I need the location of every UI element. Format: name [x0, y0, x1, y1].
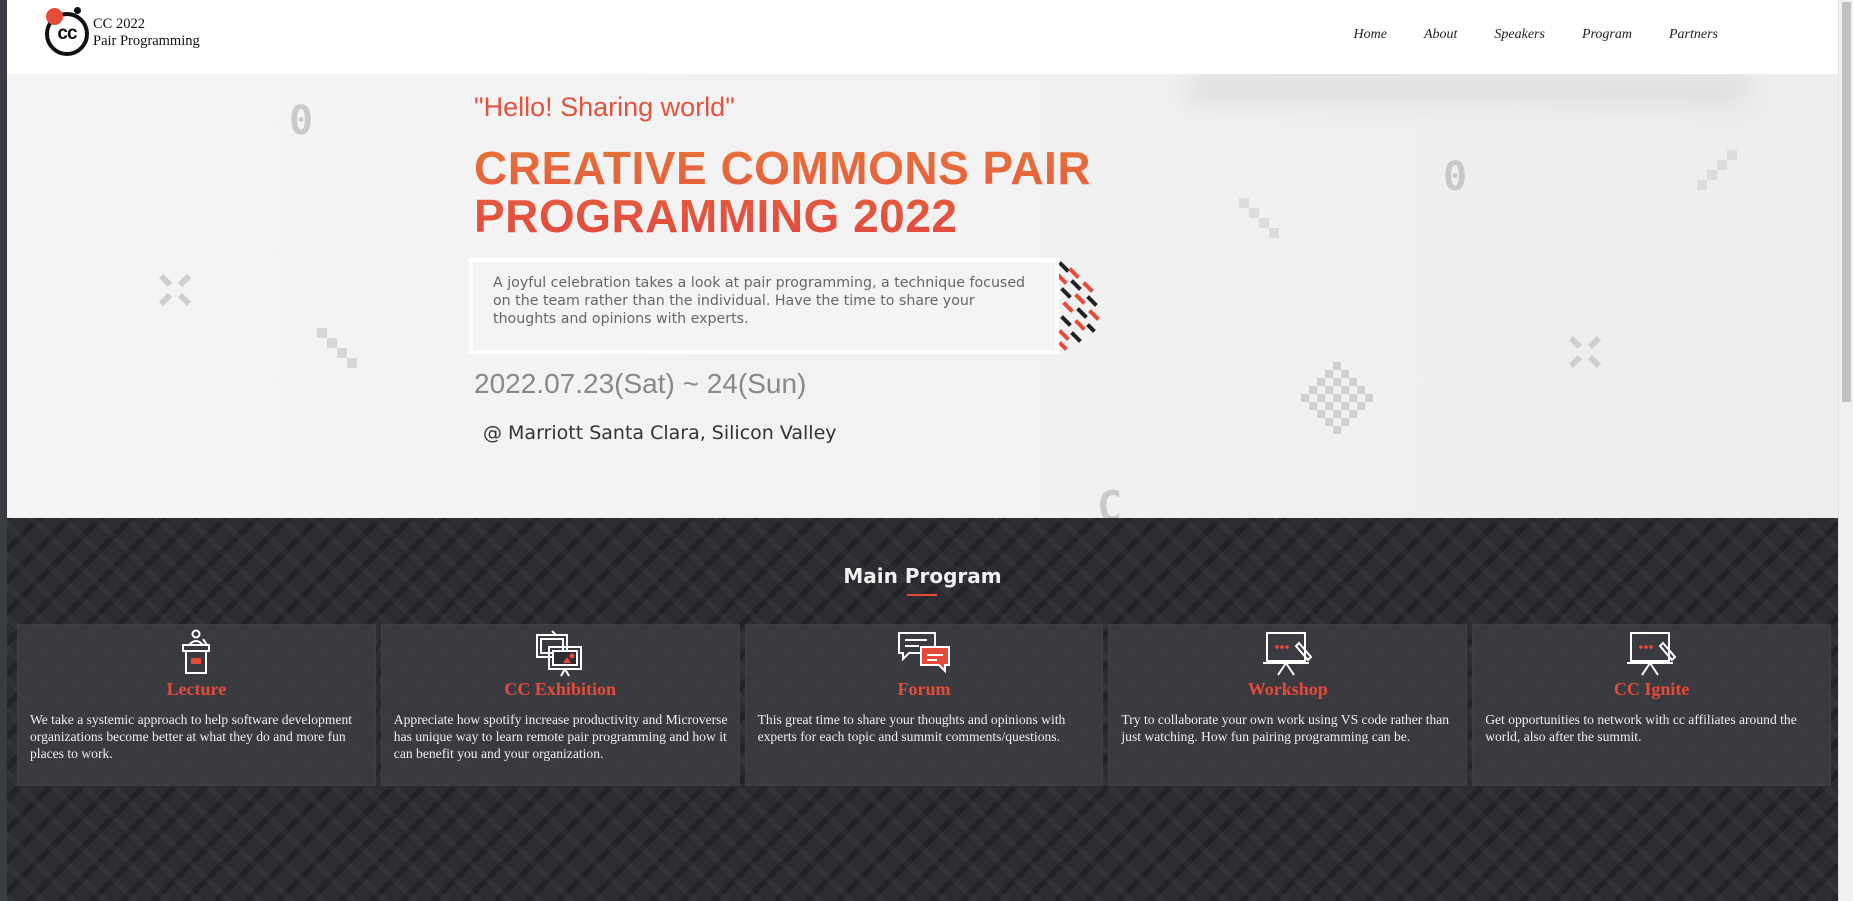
hero-description: A joyful celebration takes a look at pai…: [469, 258, 1059, 354]
hero-title-line-1: CREATIVE COMMONS PAIR: [474, 142, 1092, 194]
site-header: cc CC 2022 Pair Programming Home About S…: [7, 0, 1838, 74]
program-card-workshop[interactable]: Workshop Try to collaborate your own wor…: [1108, 624, 1468, 786]
hero-section: 0 0 C "Hello! Sharing world" CREATIVE CO…: [7, 74, 1838, 518]
scrollbar-thumb[interactable]: [1842, 2, 1851, 402]
section-title: Main Program: [843, 564, 1002, 588]
program-card-cc-ignite[interactable]: CC Ignite Get opportunities to network w…: [1472, 624, 1831, 786]
event-date: 2022.07.23(Sat) ~ 24(Sun): [474, 368, 807, 399]
site-logo[interactable]: cc CC 2022 Pair Programming: [43, 4, 219, 64]
card-text: Appreciate how spotify increase producti…: [393, 712, 728, 761]
program-card-cc-exhibition[interactable]: CC Exhibition Appreciate how spotify inc…: [380, 624, 740, 786]
zero-decoration: 0: [1443, 154, 1468, 200]
program-card-lecture[interactable]: Lecture We take a systemic approach to h…: [17, 624, 376, 786]
pixel-steps-decoration: [317, 328, 357, 368]
card-title: CC Exhibition: [504, 679, 616, 699]
hero-top-shadow: [1187, 74, 1747, 104]
hero-title-line-2: PROGRAMMING 2022: [474, 190, 958, 242]
exhibition-boards-icon: [536, 630, 583, 677]
pixel-steps-decoration: [1239, 198, 1279, 238]
card-title: CC Ignite: [1613, 679, 1690, 699]
x-cross-decoration: [1568, 335, 1602, 369]
brand-text: CC 2022 Pair Programming: [93, 16, 200, 50]
nav-speakers[interactable]: Speakers: [1494, 27, 1545, 43]
card-text: Get opportunities to network with cc aff…: [1485, 712, 1797, 744]
main-program-section: Main Program Lecture We take a systemic …: [7, 518, 1838, 901]
brand-line-1: CC 2022: [93, 16, 145, 32]
card-text: We take a systemic approach to help soft…: [30, 712, 353, 761]
hero-tagline: "Hello! Sharing world": [474, 92, 735, 122]
event-venue: @ Marriott Santa Clara, Silicon Valley: [483, 422, 837, 444]
main-nav: Home About Speakers Program Partners: [1317, 27, 1718, 43]
nav-program[interactable]: Program: [1582, 27, 1632, 43]
brand-line-2: Pair Programming: [93, 33, 200, 49]
nav-partners[interactable]: Partners: [1669, 27, 1718, 43]
diamond-dots-decoration: [1301, 362, 1373, 434]
easel-pen-icon: [1262, 632, 1313, 676]
program-card-forum[interactable]: Forum This great time to share your thou…: [744, 624, 1104, 786]
card-text: This great time to share your thoughts a…: [757, 712, 1066, 744]
nav-about[interactable]: About: [1424, 27, 1457, 43]
page-scrollbar[interactable]: [1838, 0, 1853, 901]
card-title: Forum: [897, 679, 951, 699]
card-title: Workshop: [1247, 679, 1328, 699]
podium-icon: [182, 629, 211, 674]
title-underline: [907, 594, 937, 596]
hero-title: CREATIVE COMMONS PAIR PROGRAMMING 2022: [474, 144, 1154, 240]
x-cross-decoration: [158, 273, 192, 307]
pixel-steps-decoration: [1697, 150, 1737, 190]
cc-logo-icon: cc: [43, 4, 91, 62]
zero-decoration: 0: [289, 98, 314, 144]
nav-home[interactable]: Home: [1354, 27, 1387, 43]
easel-pen-icon: [1626, 632, 1676, 676]
chat-bubbles-icon: [897, 632, 950, 674]
card-title: Lecture: [166, 679, 227, 699]
c-decoration: C: [1097, 482, 1123, 518]
window-left-edge: [0, 0, 7, 901]
card-text: Try to collaborate your own work using V…: [1121, 712, 1450, 744]
program-cards: Lecture We take a systemic approach to h…: [17, 624, 1831, 786]
